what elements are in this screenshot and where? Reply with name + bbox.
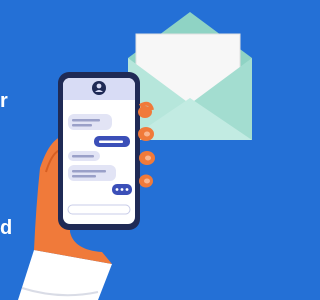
incoming-message-bubble [68,165,116,181]
ellipsis-icon [112,184,132,195]
envelope-icon [128,12,252,140]
user-avatar-icon [92,81,106,95]
messaging-illustration [18,12,252,300]
smartphone [58,72,140,230]
incoming-message-bubble [68,114,112,130]
message-input-field [67,204,131,215]
